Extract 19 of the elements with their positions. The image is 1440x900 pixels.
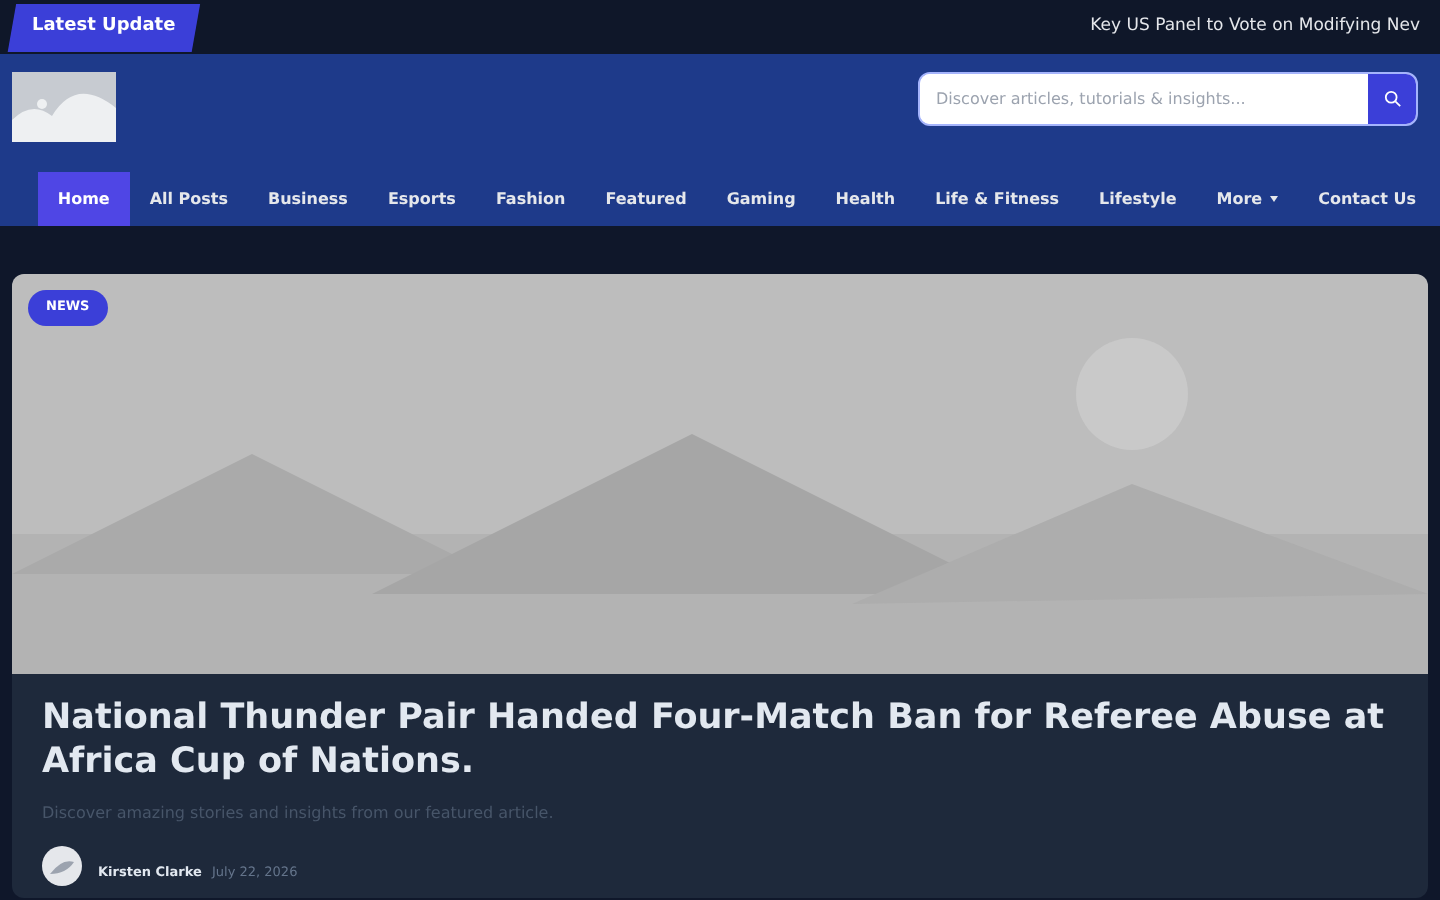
nav-link[interactable]: Lifestyle: [1079, 172, 1197, 226]
nav-link[interactable]: Health: [815, 172, 916, 226]
nav-link[interactable]: Home: [37, 172, 130, 226]
news-ticker[interactable]: Key US Panel to Vote on Modifying Nev: [1090, 14, 1420, 40]
search-field[interactable]: Discover articles, tutorials & insights...: [918, 72, 1418, 126]
nav-link[interactable]: More: [1196, 172, 1299, 226]
nav-link[interactable]: Life & Fitness: [915, 172, 1080, 226]
nav-link[interactable]: Esports: [367, 172, 476, 226]
nav-link[interactable]: Business: [248, 172, 368, 226]
search-icon: [1383, 90, 1401, 108]
search-button[interactable]: [1368, 74, 1416, 124]
nav-link[interactable]: Fashion: [475, 172, 586, 226]
article-title[interactable]: National Thunder Pair Handed Four-Match Ban for Referee Abuse at Africa Cup of Nations.: [42, 698, 1398, 786]
nav-link[interactable]: All Posts: [129, 172, 248, 226]
avatar-icon: [42, 845, 82, 886]
nav-link[interactable]: Featured: [585, 172, 707, 226]
nav-link[interactable]: Contact Us: [1298, 172, 1436, 226]
latest-update-label: Latest Update: [7, 3, 200, 51]
nav-link[interactable]: Gaming: [706, 172, 816, 226]
